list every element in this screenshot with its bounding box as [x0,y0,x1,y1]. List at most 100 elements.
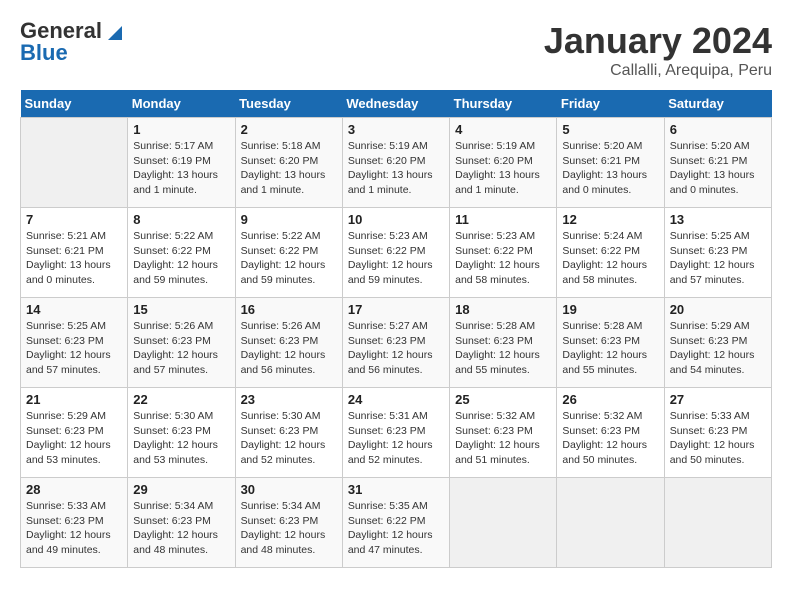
day-info: Sunrise: 5:30 AM Sunset: 6:23 PM Dayligh… [241,409,337,468]
calendar-cell: 21 Sunrise: 5:29 AM Sunset: 6:23 PM Dayli… [21,388,128,478]
day-info: Sunrise: 5:31 AM Sunset: 6:23 PM Dayligh… [348,409,444,468]
calendar-cell: 18 Sunrise: 5:28 AM Sunset: 6:23 PM Dayli… [450,298,557,388]
calendar-cell: 1Sunrise: 5:17 AM Sunset: 6:19 PM Daylig… [128,118,235,208]
day-number: 3 [348,122,444,137]
calendar-cell: 5 Sunrise: 5:20 AM Sunset: 6:21 PM Daylig… [557,118,664,208]
day-number: 11 [455,212,551,227]
calendar-week-row: 28 Sunrise: 5:33 AM Sunset: 6:23 PM Dayli… [21,478,772,568]
day-number: 15 [133,302,229,317]
calendar-cell: 22 Sunrise: 5:30 AM Sunset: 6:23 PM Dayli… [128,388,235,478]
calendar-cell: 24 Sunrise: 5:31 AM Sunset: 6:23 PM Dayli… [342,388,449,478]
weekday-header: Monday [128,90,235,118]
day-number: 17 [348,302,444,317]
calendar-cell: 29 Sunrise: 5:34 AM Sunset: 6:23 PM Dayli… [128,478,235,568]
day-info: Sunrise: 5:18 AM Sunset: 6:20 PM Dayligh… [241,139,337,198]
day-info: Sunrise: 5:29 AM Sunset: 6:23 PM Dayligh… [670,319,766,378]
weekday-header: Thursday [450,90,557,118]
day-number: 4 [455,122,551,137]
day-info: Sunrise: 5:34 AM Sunset: 6:23 PM Dayligh… [133,499,229,558]
day-info: Sunrise: 5:22 AM Sunset: 6:22 PM Dayligh… [133,229,229,288]
calendar-cell: 7 Sunrise: 5:21 AM Sunset: 6:21 PM Daylig… [21,208,128,298]
calendar-cell: 10Sunrise: 5:23 AM Sunset: 6:22 PM Dayli… [342,208,449,298]
weekday-header: Sunday [21,90,128,118]
title-section: January 2024 Callalli, Arequipa, Peru [544,20,772,80]
logo: General Blue [20,20,122,64]
calendar-cell: 23 Sunrise: 5:30 AM Sunset: 6:23 PM Dayli… [235,388,342,478]
weekday-header: Friday [557,90,664,118]
day-info: Sunrise: 5:33 AM Sunset: 6:23 PM Dayligh… [670,409,766,468]
day-info: Sunrise: 5:32 AM Sunset: 6:23 PM Dayligh… [562,409,658,468]
day-number: 26 [562,392,658,407]
calendar-cell: 20 Sunrise: 5:29 AM Sunset: 6:23 PM Dayli… [664,298,771,388]
day-number: 20 [670,302,766,317]
day-number: 31 [348,482,444,497]
day-number: 10 [348,212,444,227]
calendar-week-row: 21 Sunrise: 5:29 AM Sunset: 6:23 PM Dayli… [21,388,772,478]
day-info: Sunrise: 5:34 AM Sunset: 6:23 PM Dayligh… [241,499,337,558]
day-info: Sunrise: 5:30 AM Sunset: 6:23 PM Dayligh… [133,409,229,468]
day-info: Sunrise: 5:19 AM Sunset: 6:20 PM Dayligh… [348,139,444,198]
day-number: 24 [348,392,444,407]
day-number: 13 [670,212,766,227]
day-info: Sunrise: 5:24 AM Sunset: 6:22 PM Dayligh… [562,229,658,288]
day-info: Sunrise: 5:19 AM Sunset: 6:20 PM Dayligh… [455,139,551,198]
calendar-cell: 11 Sunrise: 5:23 AM Sunset: 6:22 PM Dayli… [450,208,557,298]
day-number: 1 [133,122,229,137]
calendar-cell: 27 Sunrise: 5:33 AM Sunset: 6:23 PM Dayli… [664,388,771,478]
calendar-header-row: SundayMondayTuesdayWednesdayThursdayFrid… [21,90,772,118]
day-info: Sunrise: 5:28 AM Sunset: 6:23 PM Dayligh… [562,319,658,378]
calendar-cell: 30 Sunrise: 5:34 AM Sunset: 6:23 PM Dayli… [235,478,342,568]
day-number: 22 [133,392,229,407]
day-number: 25 [455,392,551,407]
calendar-cell [557,478,664,568]
page-header: General Blue January 2024 Callalli, Areq… [20,20,772,80]
calendar-cell: 17Sunrise: 5:27 AM Sunset: 6:23 PM Dayli… [342,298,449,388]
calendar-cell: 13 Sunrise: 5:25 AM Sunset: 6:23 PM Dayli… [664,208,771,298]
day-number: 27 [670,392,766,407]
day-number: 18 [455,302,551,317]
day-info: Sunrise: 5:33 AM Sunset: 6:23 PM Dayligh… [26,499,122,558]
day-info: Sunrise: 5:28 AM Sunset: 6:23 PM Dayligh… [455,319,551,378]
calendar-week-row: 14Sunrise: 5:25 AM Sunset: 6:23 PM Dayli… [21,298,772,388]
day-number: 12 [562,212,658,227]
calendar-cell: 31 Sunrise: 5:35 AM Sunset: 6:22 PM Dayli… [342,478,449,568]
calendar-cell [21,118,128,208]
day-number: 14 [26,302,122,317]
day-info: Sunrise: 5:26 AM Sunset: 6:23 PM Dayligh… [133,319,229,378]
day-number: 29 [133,482,229,497]
calendar-cell: 6Sunrise: 5:20 AM Sunset: 6:21 PM Daylig… [664,118,771,208]
logo-blue-text: Blue [20,42,68,64]
day-info: Sunrise: 5:23 AM Sunset: 6:22 PM Dayligh… [455,229,551,288]
day-info: Sunrise: 5:29 AM Sunset: 6:23 PM Dayligh… [26,409,122,468]
weekday-header: Tuesday [235,90,342,118]
day-number: 30 [241,482,337,497]
day-number: 2 [241,122,337,137]
calendar-cell: 15 Sunrise: 5:26 AM Sunset: 6:23 PM Dayli… [128,298,235,388]
day-number: 9 [241,212,337,227]
calendar-cell: 28 Sunrise: 5:33 AM Sunset: 6:23 PM Dayli… [21,478,128,568]
calendar-cell: 14Sunrise: 5:25 AM Sunset: 6:23 PM Dayli… [21,298,128,388]
day-info: Sunrise: 5:35 AM Sunset: 6:22 PM Dayligh… [348,499,444,558]
day-number: 21 [26,392,122,407]
calendar-cell: 8 Sunrise: 5:22 AM Sunset: 6:22 PM Daylig… [128,208,235,298]
calendar-cell [664,478,771,568]
day-info: Sunrise: 5:25 AM Sunset: 6:23 PM Dayligh… [670,229,766,288]
day-number: 8 [133,212,229,227]
calendar-cell: 4 Sunrise: 5:19 AM Sunset: 6:20 PM Daylig… [450,118,557,208]
calendar-cell [450,478,557,568]
day-info: Sunrise: 5:20 AM Sunset: 6:21 PM Dayligh… [562,139,658,198]
day-number: 28 [26,482,122,497]
day-info: Sunrise: 5:26 AM Sunset: 6:23 PM Dayligh… [241,319,337,378]
calendar-cell: 12 Sunrise: 5:24 AM Sunset: 6:22 PM Dayli… [557,208,664,298]
calendar-week-row: 7 Sunrise: 5:21 AM Sunset: 6:21 PM Daylig… [21,208,772,298]
day-number: 16 [241,302,337,317]
day-number: 7 [26,212,122,227]
calendar-week-row: 1Sunrise: 5:17 AM Sunset: 6:19 PM Daylig… [21,118,772,208]
day-info: Sunrise: 5:32 AM Sunset: 6:23 PM Dayligh… [455,409,551,468]
weekday-header: Wednesday [342,90,449,118]
day-number: 23 [241,392,337,407]
day-number: 5 [562,122,658,137]
day-info: Sunrise: 5:21 AM Sunset: 6:21 PM Dayligh… [26,229,122,288]
calendar-cell: 26 Sunrise: 5:32 AM Sunset: 6:23 PM Dayli… [557,388,664,478]
calendar-cell: 3 Sunrise: 5:19 AM Sunset: 6:20 PM Daylig… [342,118,449,208]
